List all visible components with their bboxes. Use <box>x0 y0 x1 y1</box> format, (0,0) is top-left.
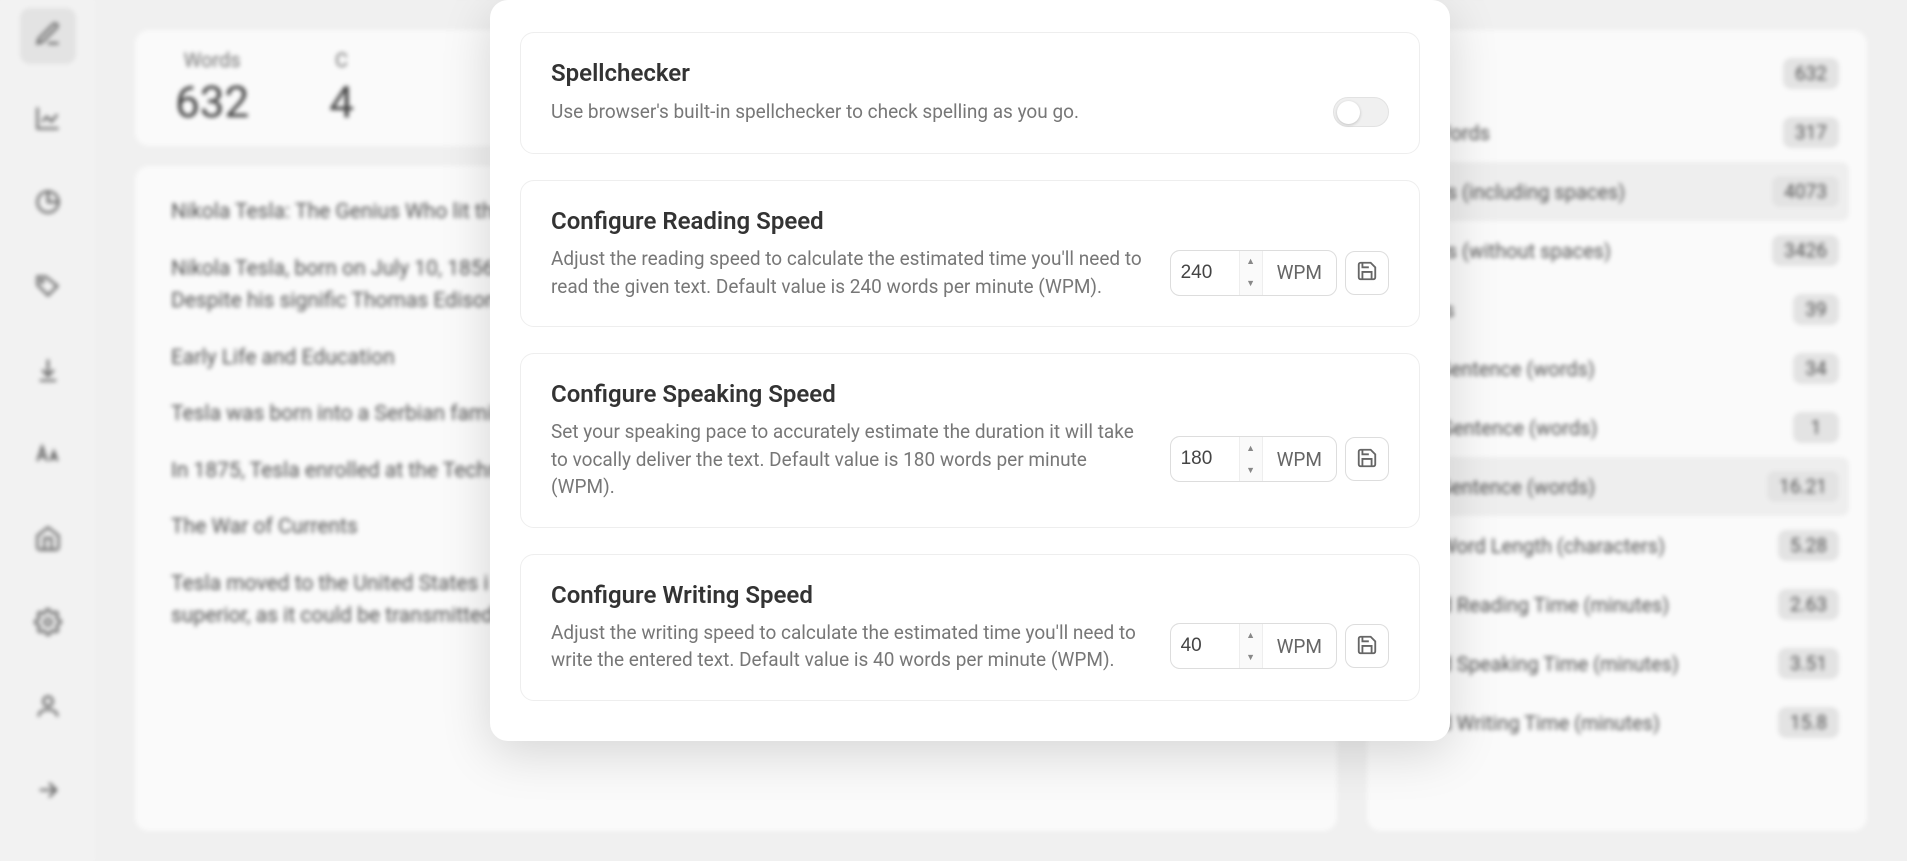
spellchecker-title: Spellchecker <box>551 59 1389 87</box>
reading-speed-input-wrapper: ▲ ▼ WPM <box>1170 250 1337 296</box>
speaking-speed-unit: WPM <box>1263 448 1336 471</box>
writing-speed-save-button[interactable] <box>1345 624 1389 668</box>
writing-speed-input[interactable] <box>1171 635 1239 657</box>
speaking-speed-input-group: ▲ ▼ WPM <box>1170 436 1389 482</box>
speaking-speed-title: Configure Speaking Speed <box>551 380 1389 408</box>
spellchecker-card: Spellchecker Use browser's built-in spel… <box>520 32 1420 154</box>
speaking-speed-save-button[interactable] <box>1345 437 1389 481</box>
speaking-speed-spinner: ▲ ▼ <box>1239 437 1263 481</box>
writing-speed-down[interactable]: ▼ <box>1240 646 1262 668</box>
speaking-speed-card: Configure Speaking Speed Set your speaki… <box>520 353 1420 528</box>
writing-speed-title: Configure Writing Speed <box>551 581 1389 609</box>
reading-speed-input[interactable] <box>1171 262 1239 284</box>
writing-speed-card: Configure Writing Speed Adjust the writi… <box>520 554 1420 701</box>
speaking-speed-input[interactable] <box>1171 448 1239 470</box>
speaking-speed-desc: Set your speaking pace to accurately est… <box>551 418 1152 501</box>
reading-speed-title: Configure Reading Speed <box>551 207 1389 235</box>
settings-modal: Spellchecker Use browser's built-in spel… <box>490 0 1450 741</box>
writing-speed-input-wrapper: ▲ ▼ WPM <box>1170 623 1337 669</box>
save-icon <box>1356 260 1378 285</box>
writing-speed-input-group: ▲ ▼ WPM <box>1170 623 1389 669</box>
reading-speed-card: Configure Reading Speed Adjust the readi… <box>520 180 1420 327</box>
writing-speed-up[interactable]: ▲ <box>1240 624 1262 646</box>
reading-speed-up[interactable]: ▲ <box>1240 251 1262 273</box>
writing-speed-unit: WPM <box>1263 635 1336 658</box>
writing-speed-desc: Adjust the writing speed to calculate th… <box>551 619 1152 674</box>
speaking-speed-down[interactable]: ▼ <box>1240 459 1262 481</box>
reading-speed-unit: WPM <box>1263 261 1336 284</box>
reading-speed-input-group: ▲ ▼ WPM <box>1170 250 1389 296</box>
reading-speed-down[interactable]: ▼ <box>1240 273 1262 295</box>
speaking-speed-input-wrapper: ▲ ▼ WPM <box>1170 436 1337 482</box>
writing-speed-spinner: ▲ ▼ <box>1239 624 1263 668</box>
reading-speed-desc: Adjust the reading speed to calculate th… <box>551 245 1152 300</box>
spellchecker-desc: Use browser's built-in spellchecker to c… <box>551 98 1315 126</box>
save-icon <box>1356 447 1378 472</box>
reading-speed-spinner: ▲ ▼ <box>1239 251 1263 295</box>
spellchecker-toggle[interactable] <box>1333 97 1389 127</box>
save-icon <box>1356 634 1378 659</box>
reading-speed-save-button[interactable] <box>1345 251 1389 295</box>
speaking-speed-up[interactable]: ▲ <box>1240 437 1262 459</box>
